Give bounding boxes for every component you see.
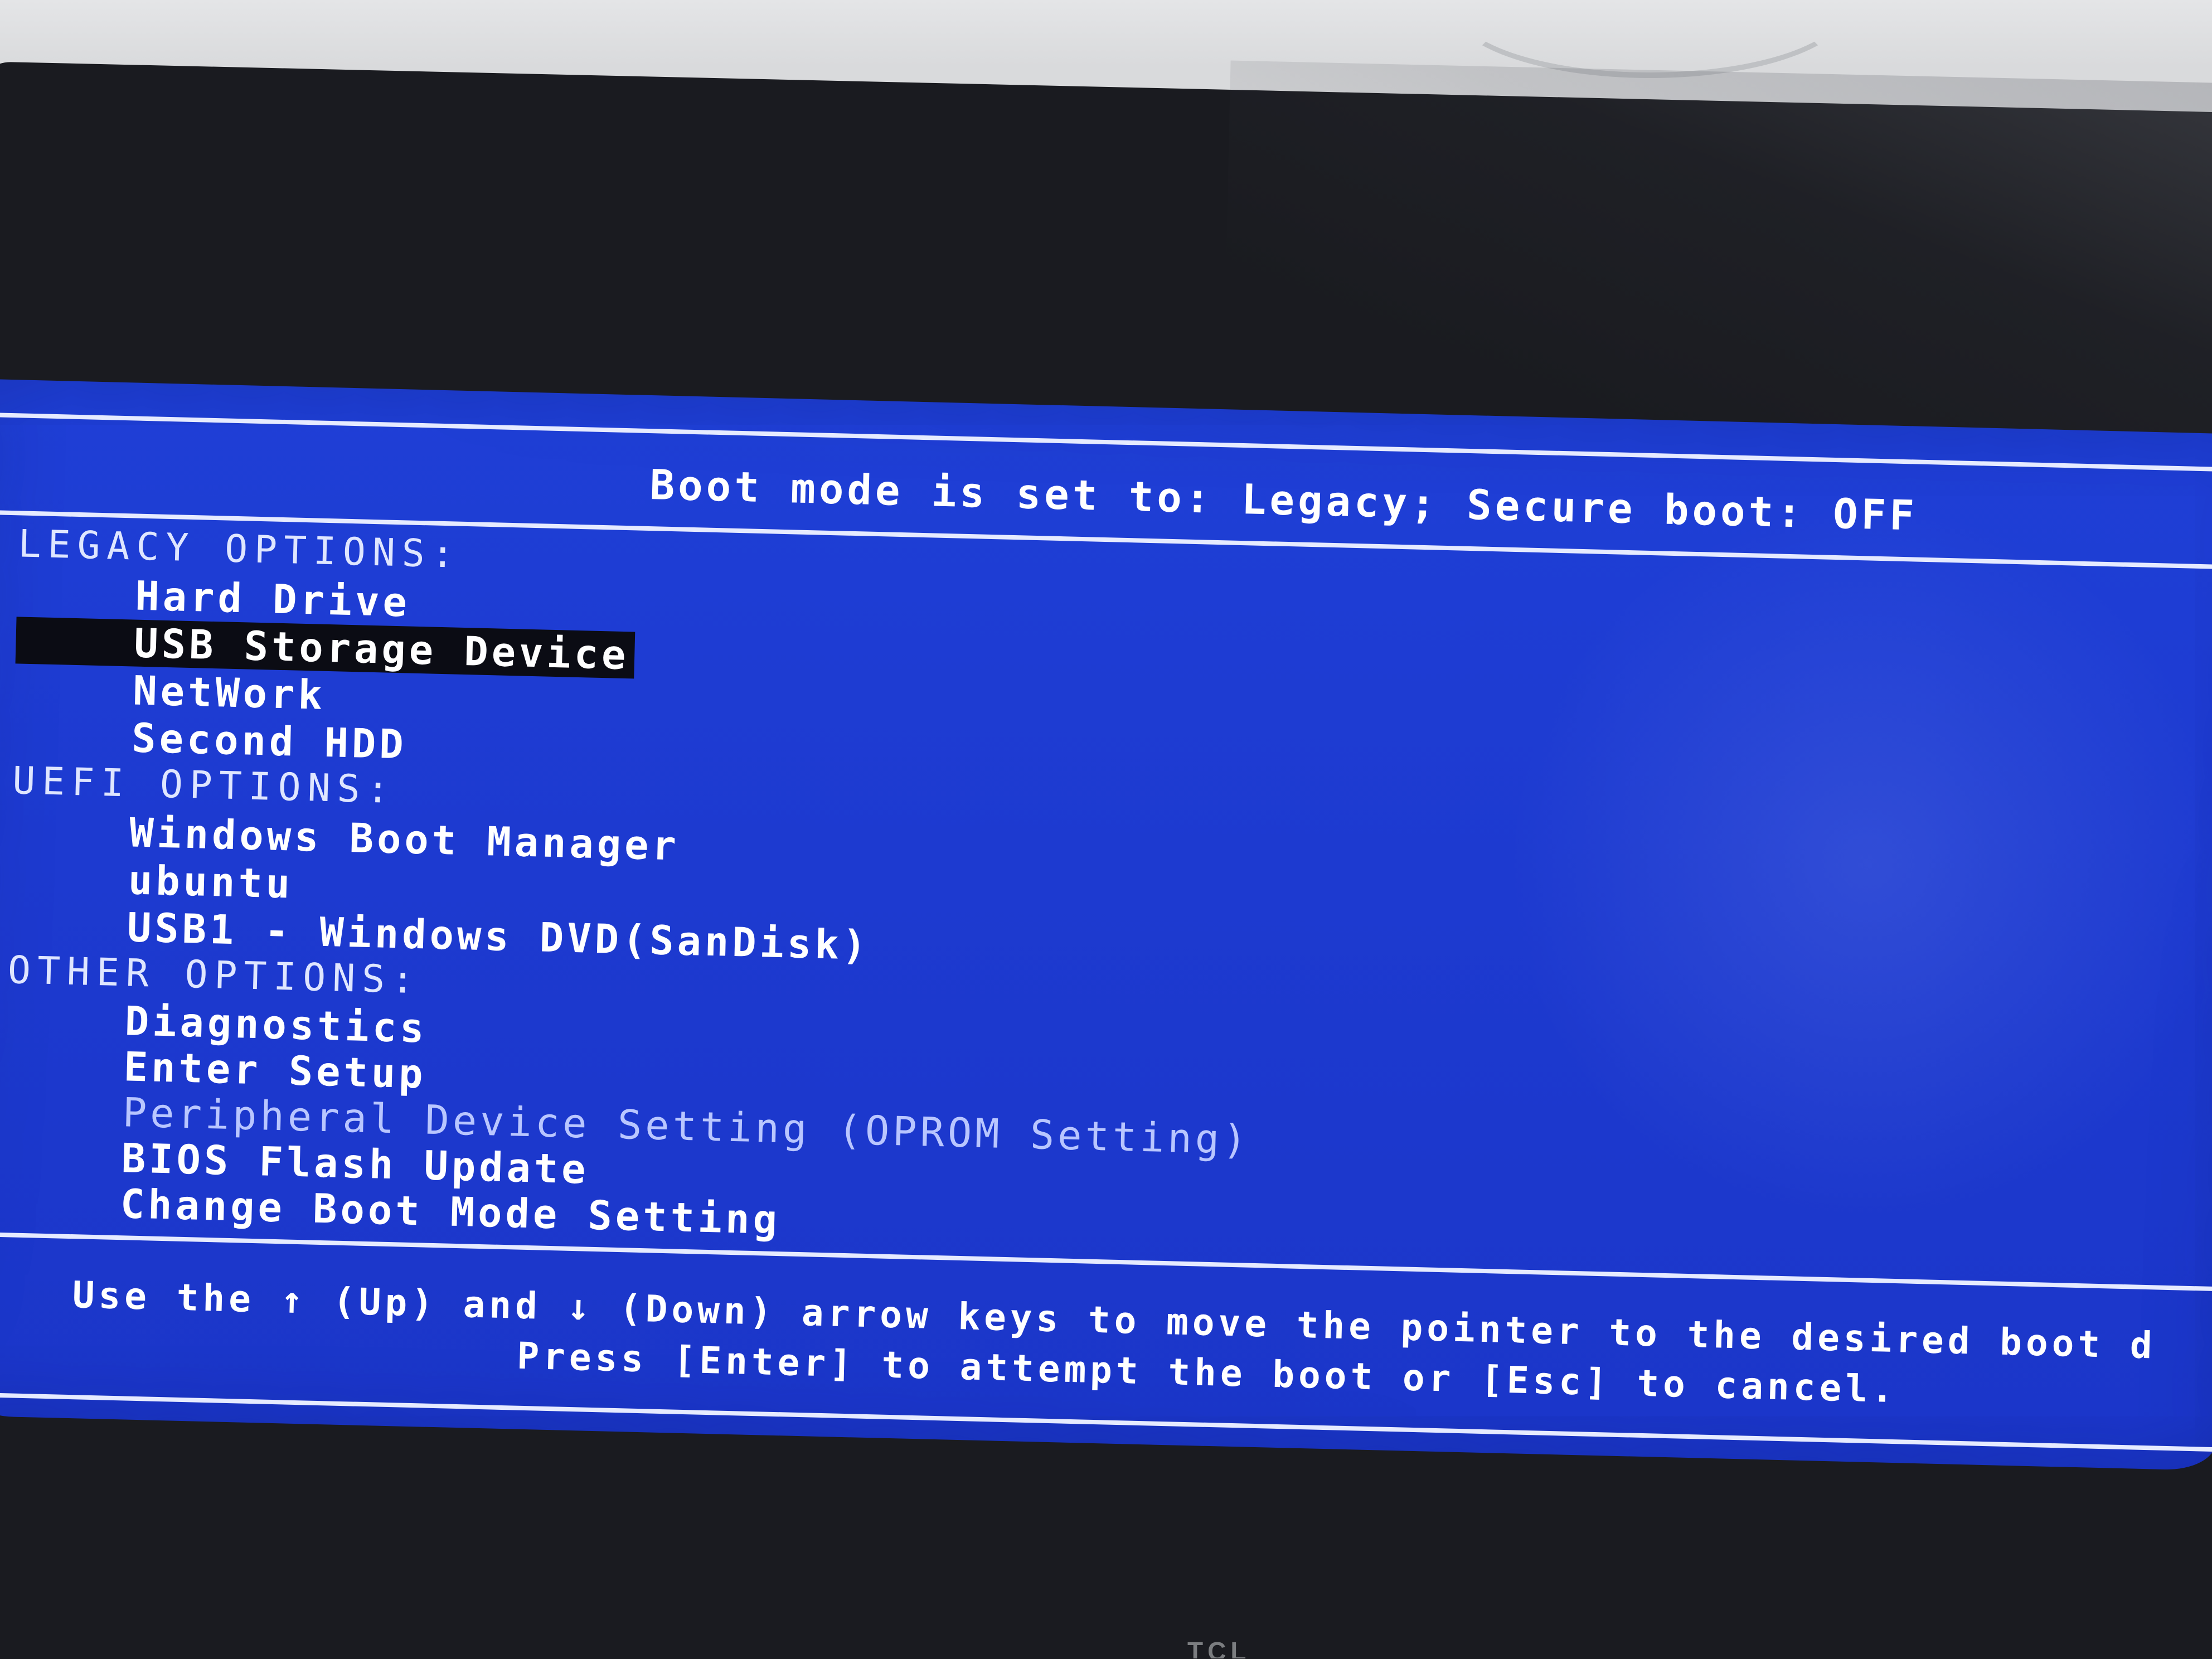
section-heading-uefi: UEFI OPTIONS: <box>12 759 397 813</box>
boot-option-usb-storage-device[interactable]: USB Storage Device <box>15 617 636 679</box>
boot-option-ubuntu[interactable]: ubuntu <box>128 856 294 907</box>
menu-option-diagnostics[interactable]: Diagnostics <box>124 997 428 1051</box>
menu-option-enter-setup[interactable]: Enter Setup <box>123 1043 427 1097</box>
menu-option-change-boot-mode[interactable]: Change Boot Mode Setting <box>120 1180 781 1243</box>
screen-reflection <box>1496 493 2212 1235</box>
boot-option-hard-drive[interactable]: Hard Drive <box>135 573 411 626</box>
photo-scene: Boot mode is set to: Legacy; Secure boot… <box>0 0 2212 1659</box>
section-heading-other: OTHER OPTIONS: <box>7 948 421 1003</box>
monitor-brand-logo: TCL <box>1187 1637 1251 1658</box>
bezel-reflection <box>1222 60 2212 447</box>
boot-option-network[interactable]: NetWork <box>132 667 326 718</box>
boot-option-second-hdd[interactable]: Second HDD <box>131 714 407 768</box>
section-heading-legacy: LEGACY OPTIONS: <box>17 522 462 577</box>
